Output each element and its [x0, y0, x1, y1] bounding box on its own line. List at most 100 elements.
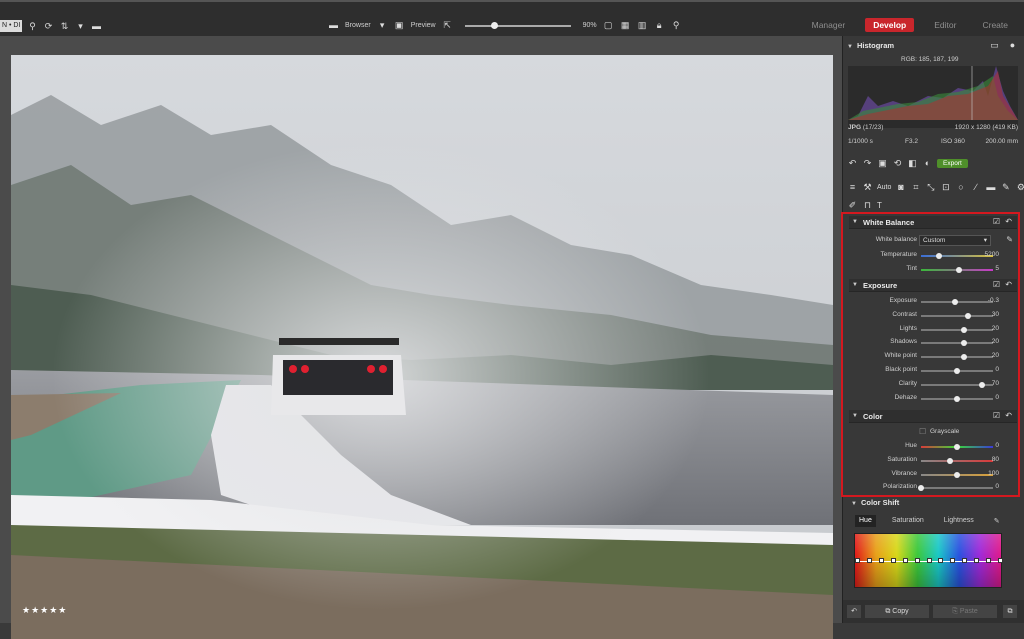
focal-length: 200.00 mm: [985, 138, 1018, 145]
flip-icon[interactable]: ◧: [907, 158, 918, 169]
race-car-photo[interactable]: [11, 55, 833, 639]
collapse-icon[interactable]: ▼: [851, 501, 857, 507]
browser-button[interactable]: Browser: [345, 22, 371, 29]
sort-icon[interactable]: ⇅: [59, 21, 70, 32]
histogram-settings-icon[interactable]: ▭: [989, 40, 1000, 51]
gear-icon[interactable]: ⚙: [1015, 182, 1024, 193]
straighten-icon[interactable]: ⊡: [940, 182, 951, 193]
curve-point[interactable]: [950, 558, 956, 563]
star-rating[interactable]: ★★★★★: [22, 605, 67, 616]
curve-point[interactable]: [890, 558, 896, 563]
curve-point[interactable]: [986, 558, 992, 563]
file-index: (17/23): [862, 124, 884, 131]
text-tool[interactable]: T: [877, 201, 882, 210]
camera-icon[interactable]: ◙: [895, 182, 906, 193]
color-shift-header[interactable]: ▼ Color Shift: [851, 498, 899, 507]
pen-icon[interactable]: ✎: [1000, 182, 1011, 193]
export-button[interactable]: Export: [937, 159, 968, 168]
lock-icon[interactable]: 🔒︎: [654, 20, 665, 31]
color-shift-spectrum[interactable]: [854, 533, 1003, 588]
rgb-readout: RGB: 185, 187, 199: [901, 56, 959, 63]
redo-icon[interactable]: ↷: [862, 158, 873, 169]
refresh-icon[interactable]: ⟳: [43, 21, 54, 32]
tool-icons-2: ✐ ⊓ T: [847, 200, 882, 211]
history-toolbar: ↶ ↷ ▣ ⟲ ◧ ◐ Export: [847, 158, 968, 169]
circle-icon[interactable]: ○: [955, 182, 966, 193]
compare-icon[interactable]: ▥: [637, 20, 648, 31]
image-icon[interactable]: ▣: [877, 158, 888, 169]
preset-icon[interactable]: ◐: [922, 158, 933, 169]
external-window-icon[interactable]: ⇱: [442, 20, 453, 31]
color-shift-title: Color Shift: [860, 498, 900, 507]
chevron-down-icon[interactable]: ▾: [377, 20, 388, 31]
toolbar-left: N • DI ⚲ ⟳ ⇅ ▾ ▬: [0, 20, 102, 32]
format-label: JPG: [848, 124, 862, 131]
copy-label: Copy: [892, 608, 909, 615]
zoom-slider-knob[interactable]: [491, 21, 499, 29]
undo-icon[interactable]: ↶: [847, 605, 861, 618]
aperture: F3.2: [905, 138, 919, 145]
auto-button[interactable]: Auto: [877, 184, 891, 191]
histogram-toggle-icon[interactable]: ●: [1007, 40, 1018, 51]
shutter-speed: 1/1000 s: [848, 138, 873, 145]
photo-image: [11, 55, 833, 639]
fit-icon[interactable]: ▢: [603, 20, 614, 31]
adjust-icon[interactable]: ≡: [847, 182, 858, 193]
curve-point[interactable]: [855, 558, 860, 563]
tab-manager[interactable]: Manager: [806, 18, 852, 32]
transform-icon[interactable]: ⤡: [925, 182, 936, 193]
highlight-box: [841, 212, 1020, 497]
tool-icons: ≡ ⚒ Auto ◙ ⌗ ⤡ ⊡ ○ ∕ ▬ ✎ ⚙: [847, 182, 1024, 193]
stamp-icon[interactable]: ⊓: [862, 200, 873, 211]
undo-icon[interactable]: ↶: [847, 158, 858, 169]
iso: ISO 360: [941, 138, 965, 145]
curve-point[interactable]: [878, 558, 884, 563]
tab-create[interactable]: Create: [976, 18, 1014, 32]
curve-point[interactable]: [938, 558, 944, 563]
photo-viewer[interactable]: [0, 36, 842, 639]
rotate-icon[interactable]: ⟲: [892, 158, 903, 169]
color-shift-tabs: Hue Saturation Lightness ✎: [855, 515, 1004, 527]
tab-lightness[interactable]: Lightness: [940, 515, 978, 527]
zoom-slider[interactable]: [464, 21, 571, 29]
histogram-curve: [848, 66, 1018, 120]
curve-point[interactable]: [866, 558, 872, 563]
collapse-icon[interactable]: ▼: [847, 44, 853, 50]
curve-point[interactable]: [974, 558, 980, 563]
histogram-header[interactable]: ▼ Histogram: [847, 41, 894, 50]
paste-label: Paste: [959, 608, 978, 615]
eyedropper-icon[interactable]: ✎: [990, 515, 1004, 527]
file-dimensions: 1920 x 1280 (419 KB): [954, 124, 1018, 131]
preview-icon: ▣: [394, 20, 404, 30]
folder-icon[interactable]: ▬: [91, 21, 102, 32]
crop-icon[interactable]: ⌗: [910, 182, 921, 193]
preview-button[interactable]: Preview: [411, 22, 436, 29]
tab-hue[interactable]: Hue: [855, 515, 876, 527]
wand-icon[interactable]: ⚒: [862, 182, 873, 193]
gradient-icon[interactable]: ▬: [985, 182, 996, 193]
filter-field[interactable]: N • DI: [0, 20, 22, 32]
module-tabs: Manager Develop Editor Create: [806, 18, 1014, 32]
copy-button[interactable]: ⧉ Copy: [865, 605, 929, 618]
browser-folder-icon: ▬: [329, 20, 338, 30]
curve-point[interactable]: [902, 558, 908, 563]
paste-button[interactable]: ⎘ Paste: [933, 605, 997, 618]
copy-icon[interactable]: ⧉: [1003, 605, 1017, 618]
top-toolbar: N • DI ⚲ ⟳ ⇅ ▾ ▬ ▬ Browser ▾ ▣ Preview ⇱…: [0, 0, 1024, 36]
clone-icon[interactable]: ✐: [847, 200, 858, 211]
search-icon[interactable]: ⚲: [27, 21, 38, 32]
tab-saturation[interactable]: Saturation: [888, 515, 928, 527]
grid-icon[interactable]: ▦: [620, 20, 631, 31]
curve-point[interactable]: [926, 558, 932, 563]
histogram-graph: [848, 66, 1018, 128]
chevron-down-icon[interactable]: ▾: [75, 21, 86, 32]
curve-point[interactable]: [998, 558, 1003, 563]
zoom-value: 90%: [582, 22, 597, 29]
tab-editor[interactable]: Editor: [928, 18, 962, 32]
file-format: JPG (17/23): [848, 124, 883, 131]
zoom-icon[interactable]: ⚲: [671, 20, 682, 31]
curve-point[interactable]: [914, 558, 920, 563]
tab-develop[interactable]: Develop: [865, 18, 915, 32]
brush-icon[interactable]: ∕: [970, 182, 981, 193]
curve-point[interactable]: [962, 558, 968, 563]
